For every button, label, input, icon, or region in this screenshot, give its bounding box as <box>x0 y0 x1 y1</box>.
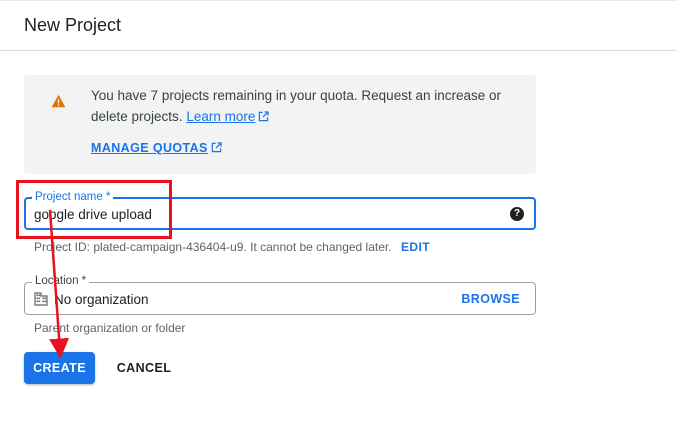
location-field[interactable]: Location * No organization BROWSE <box>24 274 536 315</box>
manage-quotas-link[interactable]: MANAGE QUOTAS <box>91 141 222 155</box>
location-value: No organization <box>54 292 149 307</box>
project-name-label: Project name * <box>32 190 114 204</box>
learn-more-label: Learn more <box>186 109 256 124</box>
page-title: New Project <box>24 15 122 35</box>
quota-message-block: You have 7 projects remaining in your qu… <box>91 85 511 127</box>
cancel-button[interactable]: CANCEL <box>108 352 180 384</box>
edit-project-id-button[interactable]: EDIT <box>401 240 430 254</box>
external-link-icon <box>259 111 270 122</box>
manage-quotas-label: MANAGE QUOTAS <box>91 141 208 155</box>
location-hint: Parent organization or folder <box>34 321 186 335</box>
external-link-icon <box>211 142 222 153</box>
building-icon <box>34 292 48 306</box>
warning-icon <box>51 94 66 108</box>
browse-button[interactable]: BROWSE <box>461 292 520 306</box>
project-id-text: Project ID: plated-campaign-436404-u9. I… <box>34 240 392 254</box>
page-header: New Project <box>0 0 677 51</box>
learn-more-link[interactable]: Learn more <box>186 109 270 124</box>
project-name-input[interactable] <box>34 207 474 222</box>
help-icon[interactable]: ? <box>510 207 524 221</box>
project-name-field[interactable]: Project name * ? <box>24 190 536 230</box>
quota-notice: You have 7 projects remaining in your qu… <box>24 75 536 174</box>
create-button[interactable]: CREATE <box>24 352 95 384</box>
quota-message: You have 7 projects remaining in your qu… <box>91 88 502 124</box>
header-divider <box>0 0 677 1</box>
location-label: Location * <box>32 274 90 288</box>
